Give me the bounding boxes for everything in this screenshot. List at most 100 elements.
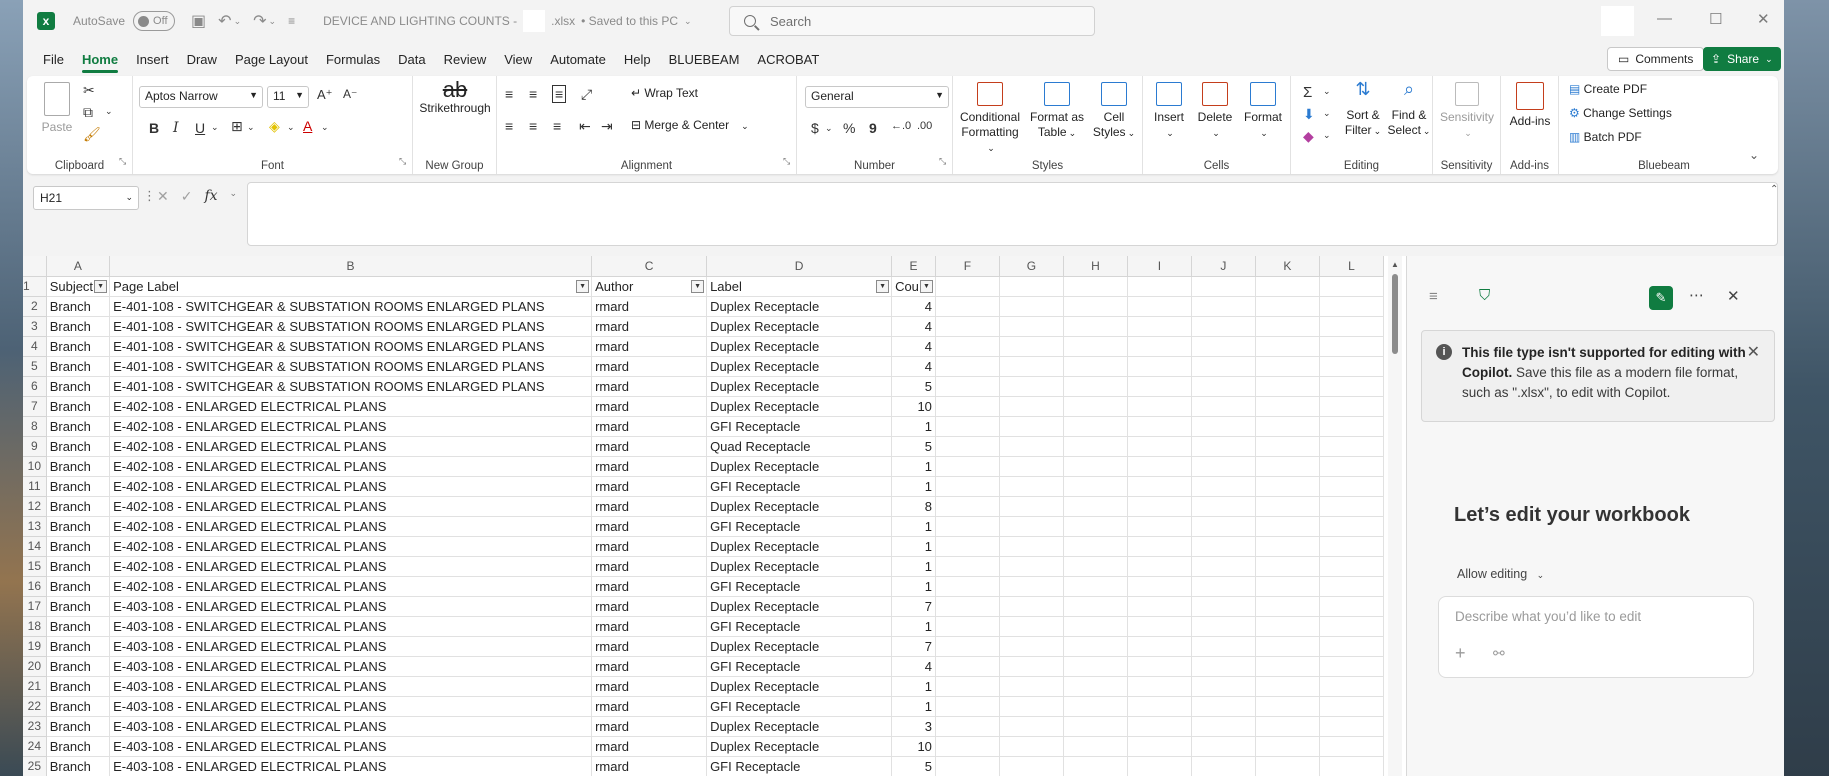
cell[interactable]: E-403-108 - ENLARGED ELECTRICAL PLANS: [109, 696, 593, 717]
font-color-icon[interactable]: A: [303, 118, 312, 134]
empty-cell[interactable]: [999, 456, 1064, 477]
increase-decimal-icon[interactable]: ←.0: [891, 120, 911, 132]
close-pane-icon[interactable]: ✕: [1727, 287, 1740, 305]
fill-color-icon[interactable]: ◈: [269, 118, 280, 135]
borders-icon[interactable]: ⊞: [231, 118, 243, 135]
empty-cell[interactable]: [1255, 396, 1320, 417]
cell[interactable]: Duplex Receptacle: [706, 496, 893, 517]
cell[interactable]: E-403-108 - ENLARGED ELECTRICAL PLANS: [109, 676, 593, 697]
empty-cell[interactable]: [1191, 656, 1256, 677]
header-cell-count[interactable]: Cou ▼: [891, 276, 936, 297]
filter-dropdown-icon[interactable]: ▼: [94, 279, 108, 293]
empty-cell[interactable]: [1063, 616, 1128, 637]
cell[interactable]: Duplex Receptacle: [706, 456, 893, 477]
empty-cell[interactable]: [999, 536, 1064, 557]
create-pdf-button[interactable]: ▤ Create PDF: [1569, 82, 1647, 97]
cell[interactable]: 10: [891, 396, 936, 417]
empty-cell[interactable]: [1255, 476, 1320, 497]
change-settings-button[interactable]: ⚙ Change Settings: [1569, 106, 1672, 121]
sort-filter-button[interactable]: ⇅ Sort & Filter ⌄: [1341, 80, 1385, 139]
cell[interactable]: Branch: [46, 696, 111, 717]
cell[interactable]: Branch: [46, 736, 111, 757]
cell[interactable]: GFI Receptacle: [706, 756, 893, 776]
underline-dropdown-icon[interactable]: ⌄: [211, 122, 219, 133]
empty-cell[interactable]: [1319, 716, 1384, 737]
empty-cell[interactable]: [1191, 356, 1256, 377]
cell[interactable]: E-402-108 - ENLARGED ELECTRICAL PLANS: [109, 436, 593, 457]
cell[interactable]: E-403-108 - ENLARGED ELECTRICAL PLANS: [109, 736, 593, 757]
empty-cell[interactable]: [935, 556, 1000, 577]
undo-dropdown-icon[interactable]: ⌄: [234, 16, 242, 27]
currency-button[interactable]: $: [811, 120, 819, 136]
cell[interactable]: E-402-108 - ENLARGED ELECTRICAL PLANS: [109, 536, 593, 557]
empty-cell[interactable]: [1191, 516, 1256, 537]
column-header-a[interactable]: A: [46, 256, 111, 277]
empty-cell[interactable]: [1319, 296, 1384, 317]
font-family-select[interactable]: Aptos Narrow ▼: [139, 86, 263, 108]
empty-cell[interactable]: [1191, 456, 1256, 477]
cell[interactable]: 7: [891, 636, 936, 657]
italic-button[interactable]: I: [173, 120, 179, 136]
cell[interactable]: E-403-108 - ENLARGED ELECTRICAL PLANS: [109, 636, 593, 657]
row-header[interactable]: 22: [23, 696, 47, 717]
empty-cell[interactable]: [1319, 436, 1384, 457]
cell[interactable]: 1: [891, 556, 936, 577]
redo-dropdown-icon[interactable]: ⌄: [269, 16, 277, 27]
cell[interactable]: rmard: [591, 716, 708, 737]
empty-cell[interactable]: [999, 416, 1064, 437]
align-left-icon[interactable]: ≡: [505, 118, 513, 134]
column-header-d[interactable]: D: [706, 256, 893, 277]
cell[interactable]: GFI Receptacle: [706, 516, 893, 537]
wrap-text-button[interactable]: ↵ Wrap Text: [631, 86, 698, 101]
empty-cell[interactable]: [999, 316, 1064, 337]
column-header-b[interactable]: B: [109, 256, 593, 277]
decrease-decimal-icon[interactable]: .00: [917, 120, 932, 132]
empty-cell[interactable]: [1191, 276, 1256, 297]
insert-cells-button[interactable]: Insert ⌄: [1147, 82, 1191, 141]
align-center-icon[interactable]: ≡: [529, 118, 537, 134]
empty-cell[interactable]: [935, 416, 1000, 437]
empty-cell[interactable]: [935, 316, 1000, 337]
empty-cell[interactable]: [1319, 536, 1384, 557]
tab-formulas[interactable]: Formulas: [326, 46, 380, 73]
cell[interactable]: Branch: [46, 436, 111, 457]
empty-cell[interactable]: [935, 376, 1000, 397]
cell[interactable]: Branch: [46, 576, 111, 597]
empty-cell[interactable]: [999, 676, 1064, 697]
empty-cell[interactable]: [1127, 476, 1192, 497]
collapse-ribbon-icon[interactable]: ⌄: [1749, 148, 1759, 162]
cell[interactable]: Branch: [46, 536, 111, 557]
cell[interactable]: rmard: [591, 636, 708, 657]
cell[interactable]: 4: [891, 316, 936, 337]
tab-bluebeam[interactable]: BLUEBEAM: [669, 46, 740, 73]
cell[interactable]: E-401-108 - SWITCHGEAR & SUBSTATION ROOM…: [109, 316, 593, 337]
cell[interactable]: Duplex Receptacle: [706, 596, 893, 617]
cell[interactable]: rmard: [591, 436, 708, 457]
paste-button[interactable]: Paste: [39, 82, 75, 135]
tab-view[interactable]: View: [504, 46, 532, 73]
cell[interactable]: E-402-108 - ENLARGED ELECTRICAL PLANS: [109, 476, 593, 497]
column-header-g[interactable]: G: [999, 256, 1064, 277]
row-header[interactable]: 20: [23, 656, 47, 677]
cell[interactable]: Branch: [46, 656, 111, 677]
empty-cell[interactable]: [999, 556, 1064, 577]
empty-cell[interactable]: [1127, 356, 1192, 377]
empty-cell[interactable]: [1063, 596, 1128, 617]
empty-cell[interactable]: [1127, 276, 1192, 297]
cut-icon[interactable]: ✂: [83, 82, 95, 99]
empty-cell[interactable]: [1191, 556, 1256, 577]
cell[interactable]: E-401-108 - SWITCHGEAR & SUBSTATION ROOM…: [109, 296, 593, 317]
prompt-input[interactable]: Describe what you’d like to edit + ⚯: [1438, 596, 1754, 678]
row-header[interactable]: 14: [23, 536, 47, 557]
cell[interactable]: Duplex Receptacle: [706, 636, 893, 657]
empty-cell[interactable]: [935, 676, 1000, 697]
empty-cell[interactable]: [1063, 336, 1128, 357]
insert-function-icon[interactable]: fx: [204, 188, 217, 205]
cell[interactable]: Duplex Receptacle: [706, 676, 893, 697]
empty-cell[interactable]: [1319, 516, 1384, 537]
cell[interactable]: Duplex Receptacle: [706, 316, 893, 337]
fill-dropdown-icon[interactable]: ⌄: [287, 122, 295, 133]
font-color-dropdown-icon[interactable]: ⌄: [321, 122, 329, 133]
empty-cell[interactable]: [1255, 616, 1320, 637]
tab-insert[interactable]: Insert: [136, 46, 169, 73]
